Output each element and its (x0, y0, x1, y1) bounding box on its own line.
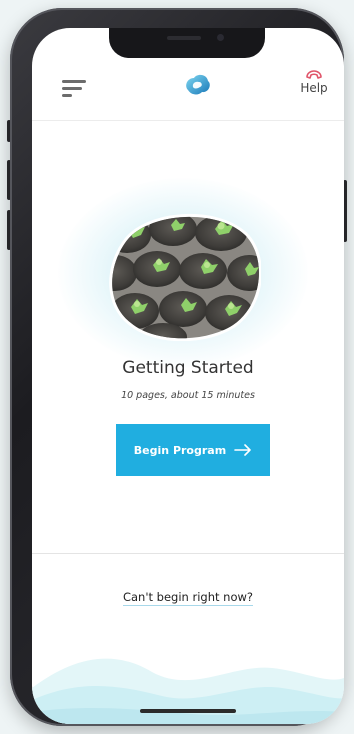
hamburger-menu-icon[interactable] (62, 78, 86, 98)
app-screen: Help Getting Started 10 pages, about 15 … (32, 28, 344, 724)
plant-seedlings-photo (109, 213, 261, 341)
phone-frame: Help Getting Started 10 pages, about 15 … (10, 8, 344, 726)
speaker-grille (167, 36, 201, 40)
device-notch (109, 28, 265, 58)
app-header: Help (32, 58, 344, 121)
front-camera (217, 34, 224, 41)
arrow-right-icon (234, 444, 251, 456)
cant-begin-label: Can't begin right now? (122, 590, 253, 606)
help-label: Help (300, 81, 328, 95)
program-title: Getting Started (122, 358, 254, 378)
help-button[interactable]: Help (294, 70, 334, 110)
cloud-logo-icon[interactable] (182, 70, 212, 100)
cant-begin-link[interactable]: Can't begin right now? (32, 590, 344, 606)
section-divider (32, 553, 344, 554)
begin-program-label: Begin Program (133, 443, 227, 457)
begin-program-button[interactable]: Begin Program (116, 424, 270, 476)
phone-handset-icon (306, 70, 322, 79)
home-indicator[interactable] (140, 709, 236, 713)
program-subtitle: 10 pages, about 15 minutes (121, 390, 255, 401)
